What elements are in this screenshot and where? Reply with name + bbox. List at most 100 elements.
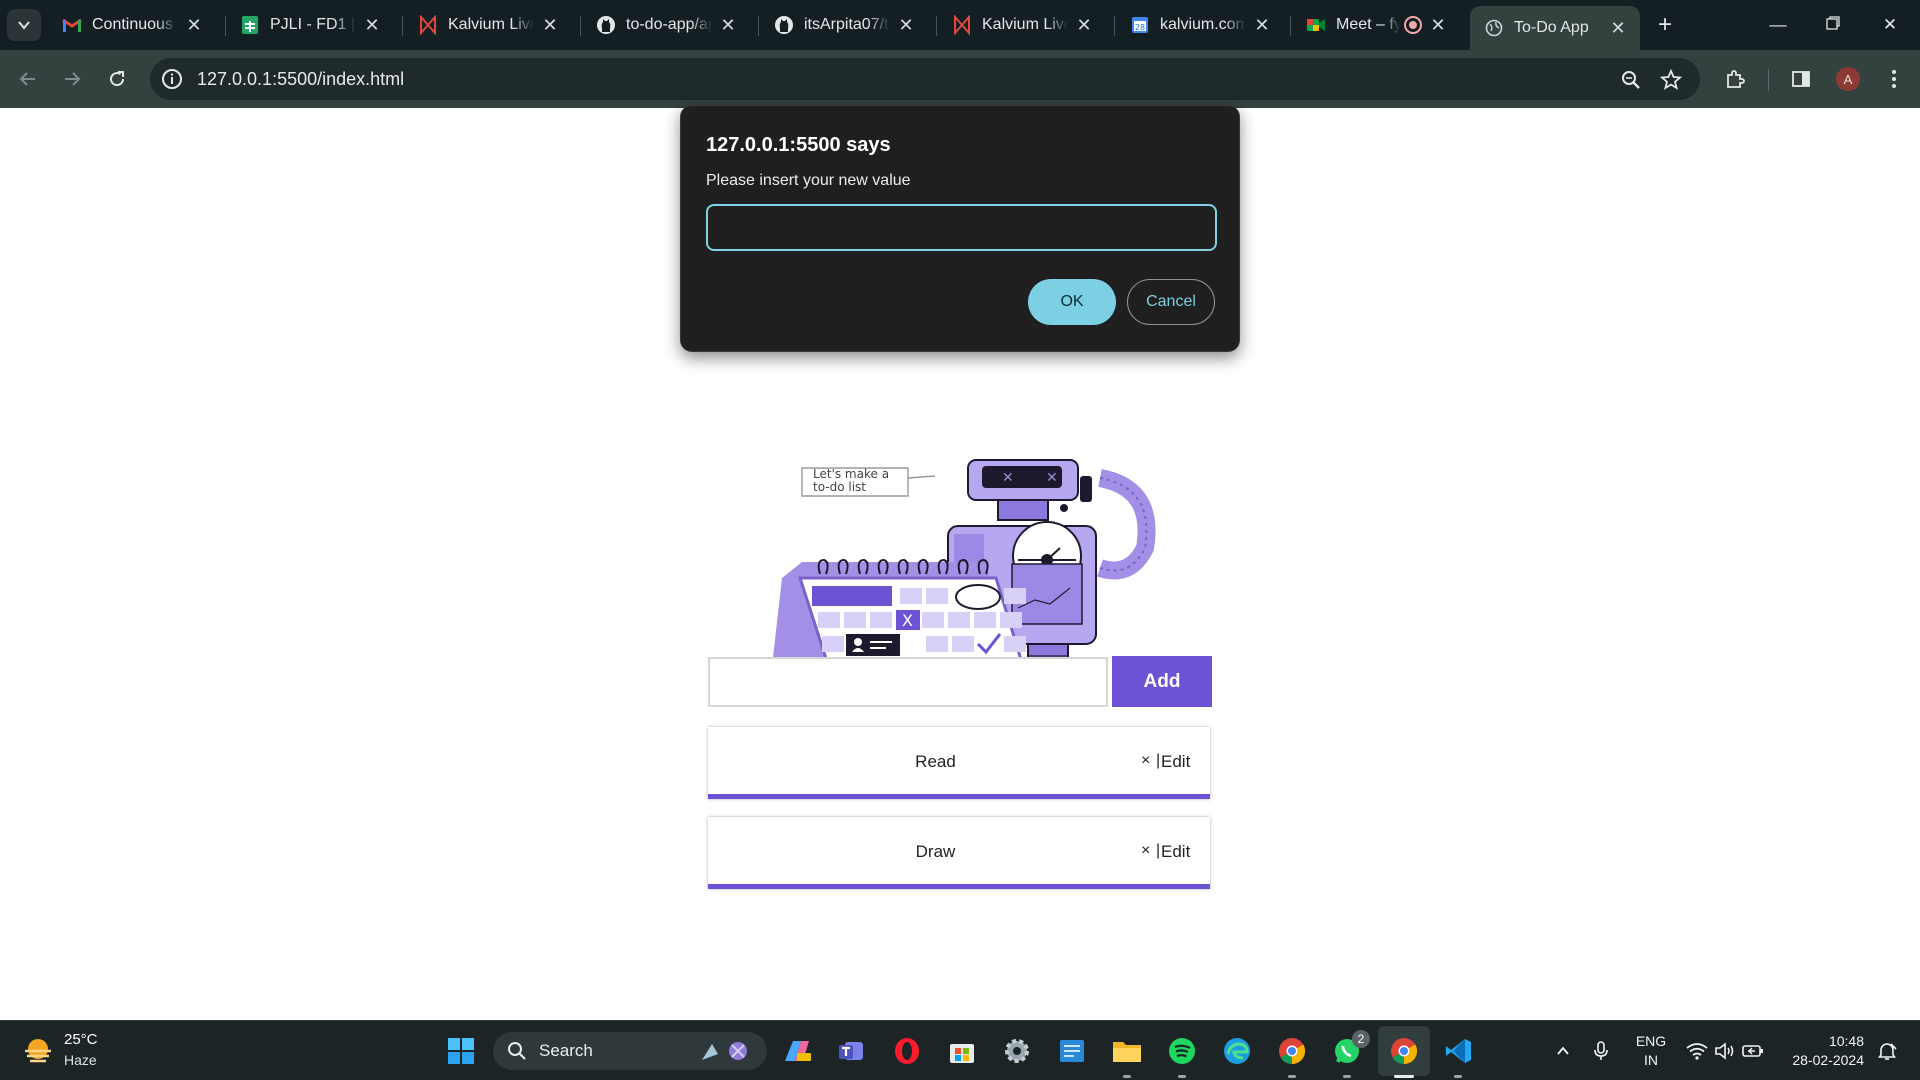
menu-button[interactable] (1880, 65, 1908, 93)
delete-button[interactable]: × (1141, 752, 1150, 770)
tab-kalvium-2[interactable]: Kalvium Liveb ✕ (938, 6, 1106, 44)
cancel-button[interactable]: Cancel (1127, 279, 1215, 325)
close-icon[interactable]: ✕ (718, 15, 738, 36)
close-icon[interactable]: ✕ (184, 15, 204, 36)
kalvium-icon (418, 15, 438, 35)
side-panel-icon (1792, 71, 1810, 87)
tab-kalvium-calendar[interactable]: 28 kalvium.comr ✕ (1116, 6, 1284, 44)
tab-strip: Continuous A ✕ PJLI - FD1 | Sc ✕ Kalvium… (0, 0, 1920, 50)
copilot-app-icon[interactable] (780, 1034, 814, 1068)
chevron-down-icon (18, 21, 30, 30)
delete-button[interactable]: × (1141, 842, 1150, 860)
profile-button[interactable]: A (1834, 65, 1862, 93)
speech-bubble-line2: to-do list (813, 480, 866, 494)
news-app-icon[interactable] (1055, 1034, 1089, 1068)
back-button[interactable] (12, 63, 44, 95)
active-indicator (1394, 1075, 1414, 1078)
battery-icon[interactable] (1736, 1034, 1770, 1068)
puzzle-icon (1727, 70, 1745, 88)
avatar: A (1836, 67, 1860, 91)
bookmark-star-icon[interactable] (1660, 69, 1682, 91)
tab-gmail[interactable]: Continuous A ✕ (48, 6, 216, 44)
opera-app-icon[interactable] (890, 1034, 924, 1068)
minimize-button[interactable]: — (1758, 10, 1798, 40)
tab-divider (1290, 16, 1291, 36)
notification-bell-icon[interactable] (1870, 1034, 1904, 1068)
close-icon[interactable]: ✕ (1608, 18, 1628, 39)
running-indicator (1123, 1075, 1131, 1078)
close-icon[interactable]: ✕ (1428, 15, 1448, 36)
dialog-input[interactable] (706, 204, 1217, 251)
globe-icon (1484, 18, 1504, 38)
forward-button[interactable] (56, 63, 88, 95)
chrome-app-icon[interactable] (1275, 1034, 1309, 1068)
svg-text:X: X (902, 611, 913, 630)
tab-search-button[interactable] (7, 9, 41, 41)
reload-button[interactable] (101, 63, 133, 95)
url-text[interactable]: 127.0.0.1:5500/index.html (197, 69, 404, 90)
edit-button[interactable]: Edit (1161, 752, 1190, 772)
todo-item-text: Read (915, 752, 956, 771)
tab-todo-app[interactable]: To-Do App ✕ (1470, 6, 1640, 50)
tab-sheets[interactable]: PJLI - FD1 | Sc ✕ (226, 6, 394, 44)
clock[interactable]: 10:48 28-02-2024 (1780, 1033, 1864, 1068)
edge-app-icon[interactable] (1220, 1034, 1254, 1068)
whatsapp-app-icon[interactable]: 2 (1330, 1030, 1370, 1068)
close-icon[interactable]: ✕ (362, 15, 382, 36)
search-icon (508, 1042, 526, 1060)
close-icon[interactable]: ✕ (1074, 15, 1094, 36)
store-app-icon[interactable] (945, 1034, 979, 1068)
vscode-app-icon[interactable] (1441, 1034, 1475, 1068)
edit-button[interactable]: Edit (1161, 842, 1190, 862)
dialog-title: 127.0.0.1:5500 says (706, 134, 891, 156)
weather-condition[interactable]: Haze (64, 1052, 97, 1068)
zoom-icon[interactable] (1620, 69, 1642, 91)
tab-divider (758, 16, 759, 36)
add-button[interactable]: Add (1112, 656, 1212, 707)
tab-title: Kalvium Liveb (448, 16, 534, 33)
close-icon[interactable]: ✕ (1252, 15, 1272, 36)
side-panel-button[interactable] (1787, 65, 1815, 93)
close-icon[interactable]: ✕ (540, 15, 560, 36)
svg-text:✕: ✕ (1002, 470, 1014, 486)
tab-meet[interactable]: Meet – fy ✕ (1292, 6, 1460, 44)
gmail-icon (62, 15, 82, 35)
ok-button[interactable]: OK (1028, 279, 1116, 325)
taskbar-search[interactable]: Search (493, 1032, 767, 1070)
info-icon[interactable] (160, 67, 184, 91)
file-explorer-app-icon[interactable] (1110, 1034, 1144, 1068)
start-button[interactable] (444, 1034, 478, 1068)
weather-temperature[interactable]: 25°C (64, 1031, 98, 1048)
tab-title: Continuous A (92, 16, 178, 33)
tab-divider (402, 16, 403, 36)
running-indicator (1343, 1075, 1351, 1078)
prompt-dialog: 127.0.0.1:5500 says Please insert your n… (680, 105, 1240, 352)
todo-illustration: ✕ ✕ Let's make a to-do list X (768, 459, 1156, 704)
extensions-button[interactable] (1721, 65, 1749, 93)
spotify-app-icon[interactable] (1165, 1034, 1199, 1068)
tab-title: PJLI - FD1 | Sc (270, 16, 356, 33)
kebab-menu-icon (1892, 70, 1896, 88)
tab-kalvium-1[interactable]: Kalvium Liveb ✕ (404, 6, 572, 44)
restore-button[interactable] (1813, 10, 1853, 40)
todo-input[interactable] (708, 657, 1108, 707)
tab-github-2[interactable]: itsArpita07/tc ✕ (760, 6, 928, 44)
weather-haze-icon[interactable] (22, 1035, 54, 1067)
teams-app-icon[interactable] (835, 1034, 869, 1068)
github-icon (774, 15, 794, 35)
close-window-button[interactable]: ✕ (1870, 10, 1910, 40)
tab-divider (580, 16, 581, 36)
chrome-profile-app-icon[interactable] (1387, 1034, 1421, 1068)
microphone-icon[interactable] (1584, 1034, 1618, 1068)
restore-icon (1826, 16, 1840, 30)
close-icon[interactable]: ✕ (896, 15, 916, 36)
settings-app-icon[interactable] (1000, 1034, 1034, 1068)
search-highlight-icon (702, 1042, 747, 1060)
tab-github-1[interactable]: to-do-app/ap ✕ (582, 6, 750, 44)
address-bar[interactable]: 127.0.0.1:5500/index.html (150, 58, 1700, 100)
language-indicator[interactable]: ENG IN (1630, 1033, 1672, 1068)
new-tab-button[interactable]: + (1650, 10, 1680, 40)
chevron-up-icon[interactable] (1546, 1034, 1580, 1068)
speech-bubble-line1: Let's make a (813, 467, 889, 481)
todo-item: Read × | Edit (708, 727, 1210, 799)
